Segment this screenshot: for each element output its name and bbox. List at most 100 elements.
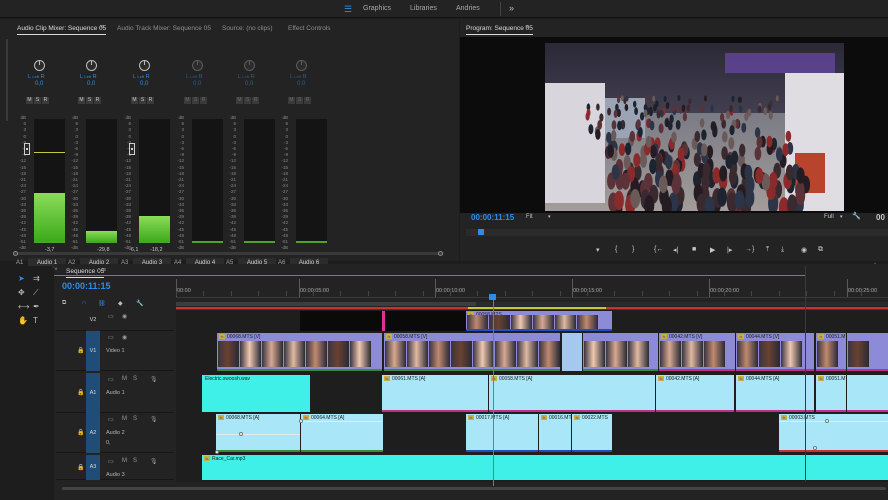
- volume-keyframe[interactable]: [299, 419, 303, 423]
- sync-lock-icon[interactable]: ▭: [108, 416, 114, 423]
- lift-icon[interactable]: ⤒: [766, 246, 769, 254]
- clip-v1-00051[interactable]: fx00051.MT: [816, 333, 846, 371]
- type-tool-icon[interactable]: T: [33, 316, 38, 325]
- lock-icon[interactable]: 🔒: [77, 389, 84, 396]
- play-icon[interactable]: ▶: [710, 246, 715, 254]
- workspace-menu-icon[interactable]: ☰: [344, 4, 352, 15]
- clip-a2-00068[interactable]: fx 00068.MTS [A]: [216, 414, 300, 452]
- clip-a1-swoosh[interactable]: Electric.swoosh.wav: [202, 375, 310, 412]
- clip-a1-00061[interactable]: fx 00061.MTS [A]: [382, 375, 488, 412]
- solo-button[interactable]: S: [192, 97, 199, 104]
- timeline-menu-icon[interactable]: ≡: [102, 267, 106, 274]
- mute-button[interactable]: M: [26, 97, 33, 104]
- panel-menu-icon[interactable]: ≡: [100, 24, 104, 31]
- microphone-icon[interactable]: 🎙: [150, 416, 158, 423]
- playhead-marker[interactable]: [478, 229, 484, 235]
- mark-in-icon[interactable]: {: [615, 246, 617, 253]
- ripple-edit-tool-icon[interactable]: ✥: [18, 288, 25, 297]
- mute-button[interactable]: M: [131, 97, 138, 104]
- mute-track-button[interactable]: M: [122, 376, 127, 382]
- sync-lock-icon[interactable]: ▭: [108, 376, 114, 383]
- solo-button[interactable]: S: [139, 97, 146, 104]
- clip-v1-00068[interactable]: fx 00068.MTS [V]: [217, 333, 382, 371]
- export-frame-icon[interactable]: ◉: [801, 246, 807, 254]
- mute-track-button[interactable]: M: [122, 416, 127, 422]
- chevron-down-icon[interactable]: ▾: [840, 214, 843, 220]
- work-area-bar[interactable]: [176, 302, 888, 306]
- pan-knob-icon[interactable]: [296, 60, 307, 71]
- mixer-scrollbar[interactable]: [13, 252, 444, 255]
- volume-rubber-band[interactable]: [301, 421, 383, 422]
- track-target-toggle[interactable]: V2: [86, 310, 100, 331]
- timeline-scroll-thumb[interactable]: [62, 487, 886, 490]
- pan-knob-icon[interactable]: [86, 60, 97, 71]
- volume-rubber-band[interactable]: [779, 421, 888, 422]
- selection-tool-icon[interactable]: ➤: [18, 274, 25, 283]
- clip-a2-00003[interactable]: fx 00003.MTS: [779, 414, 888, 452]
- tab-audio-track-mixer[interactable]: Audio Track Mixer: Sequence 05: [117, 25, 211, 32]
- lock-icon[interactable]: 🔒: [77, 429, 84, 436]
- mute-track-button[interactable]: M: [122, 458, 127, 464]
- chevron-down-icon[interactable]: ▾: [548, 214, 551, 220]
- nest-icon[interactable]: ⧉: [62, 300, 66, 307]
- comparison-view-icon[interactable]: ⧉: [818, 246, 823, 254]
- record-button[interactable]: R: [42, 97, 49, 104]
- mute-button[interactable]: M: [184, 97, 191, 104]
- clip-a1-00051[interactable]: fx00051.MT: [816, 375, 846, 412]
- track-target-toggle[interactable]: V1: [86, 331, 100, 371]
- workspace-andries[interactable]: Andries: [456, 5, 480, 12]
- pen-tool-icon[interactable]: ✒: [33, 302, 40, 311]
- clip-a1-00042[interactable]: fx 00042.MTS [A]: [656, 375, 734, 412]
- snap-icon[interactable]: ∩: [82, 300, 86, 306]
- solo-track-button[interactable]: S: [133, 458, 137, 464]
- pan-value[interactable]: 0,0: [87, 81, 95, 87]
- clip-v1-00044[interactable]: fx 00044.MTS [V]: [736, 333, 814, 371]
- tab-effect-controls[interactable]: Effect Controls: [288, 25, 331, 32]
- solo-track-button[interactable]: S: [133, 376, 137, 382]
- clip-a1-00044[interactable]: fx 00044.MTS [A]: [736, 375, 814, 412]
- clip-v2-00058[interactable]: fx00058.MTS: [466, 311, 612, 331]
- record-button[interactable]: R: [252, 97, 259, 104]
- record-button[interactable]: R: [147, 97, 154, 104]
- volume-keyframe[interactable]: [215, 450, 219, 454]
- solo-button[interactable]: S: [34, 97, 41, 104]
- pan-knob-icon[interactable]: [244, 60, 255, 71]
- eye-icon[interactable]: ◉: [122, 334, 127, 341]
- tab-source[interactable]: Source: (no clips): [222, 25, 273, 32]
- pan-value[interactable]: 0,0: [140, 81, 148, 87]
- workspace-graphics[interactable]: Graphics: [363, 5, 391, 12]
- pan-knob-icon[interactable]: [192, 60, 203, 71]
- pan-value[interactable]: 0,0: [193, 81, 201, 87]
- volume-fader[interactable]: [24, 143, 30, 155]
- transition-marker[interactable]: [382, 311, 385, 331]
- work-area-range[interactable]: [176, 302, 476, 306]
- lock-icon[interactable]: 🔒: [77, 464, 84, 471]
- clip-a3-race-car[interactable]: fx Race_Car.mp3: [202, 455, 888, 480]
- pan-value[interactable]: 0,0: [245, 81, 253, 87]
- program-scrubber[interactable]: [466, 229, 888, 236]
- workspace-libraries[interactable]: Libraries: [410, 5, 437, 12]
- zoom-fit-select[interactable]: Fit: [526, 214, 533, 220]
- volume-keyframe[interactable]: [239, 432, 243, 436]
- track-volume-value[interactable]: 0,: [106, 440, 111, 446]
- close-icon[interactable]: ×: [54, 266, 58, 273]
- solo-button[interactable]: S: [244, 97, 251, 104]
- clip-v1-tail[interactable]: [847, 333, 888, 371]
- solo-button[interactable]: S: [86, 97, 93, 104]
- clip-a1-tail[interactable]: [847, 375, 888, 412]
- step-back-icon[interactable]: ◂|: [673, 246, 678, 254]
- quality-select[interactable]: Full: [824, 214, 834, 220]
- record-button[interactable]: R: [200, 97, 207, 104]
- scroll-handle-left[interactable]: [13, 251, 18, 256]
- extract-icon[interactable]: ⤓: [781, 246, 784, 254]
- slip-tool-icon[interactable]: ⟷: [18, 302, 29, 311]
- razor-tool-icon[interactable]: ⟋: [33, 288, 39, 298]
- microphone-icon[interactable]: 🎙: [150, 376, 158, 383]
- microphone-icon[interactable]: 🎙: [150, 458, 158, 465]
- pan-value[interactable]: 0,0: [297, 81, 305, 87]
- track-target-toggle[interactable]: A2: [86, 413, 100, 453]
- clip-v1-00042[interactable]: fx 00042.MTS [V]: [659, 333, 735, 371]
- clip-v1-segment[interactable]: [583, 333, 658, 371]
- black-video-clip[interactable]: [384, 311, 466, 331]
- solo-button[interactable]: S: [296, 97, 303, 104]
